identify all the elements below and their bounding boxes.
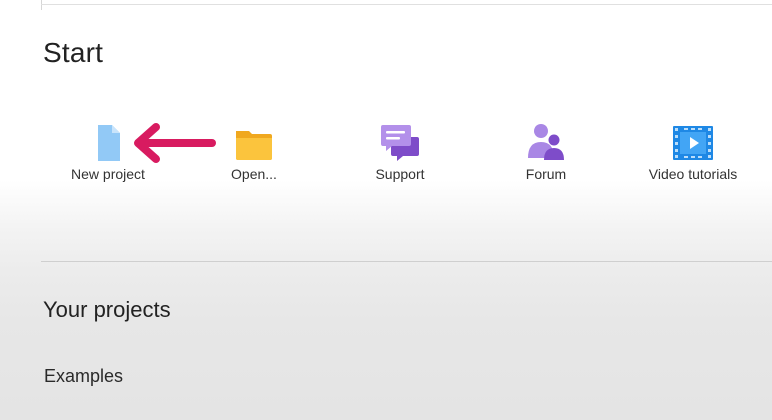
examples-link[interactable]: Examples [44, 366, 123, 387]
start-title: Start [43, 37, 104, 68]
film-icon [673, 126, 713, 160]
your-projects-title: Your projects [43, 297, 171, 322]
new-project-label: New project [71, 166, 145, 182]
open-label: Open... [231, 166, 277, 182]
forum-label: Forum [525, 166, 567, 182]
top-divider [41, 4, 772, 5]
support-tile[interactable]: Support [340, 118, 460, 188]
forum-tile[interactable]: Forum [486, 118, 606, 188]
folder-icon [236, 131, 272, 160]
video-tutorials-tile[interactable]: Video tutorials [633, 118, 753, 188]
people-icon [528, 124, 564, 160]
support-label: Support [375, 166, 425, 182]
left-edge-rule [41, 0, 42, 10]
section-divider [41, 261, 772, 262]
arrow-left-icon [134, 123, 216, 163]
start-tiles: New project Open... Support Forum Video … [0, 118, 772, 198]
document-icon [98, 125, 120, 161]
video-tutorials-label: Video tutorials [648, 166, 738, 182]
chat-bubbles-icon [381, 125, 419, 161]
